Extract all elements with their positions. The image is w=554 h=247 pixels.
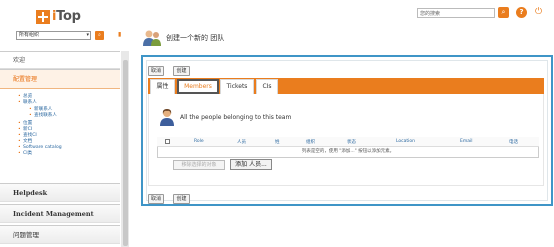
left-menu: 欢迎 配置管理 总览 联系人 新联系人 查找联系人 位置 新CI 查找CI 文档… <box>0 49 120 247</box>
select-all-checkbox[interactable] <box>165 139 170 144</box>
column-header-organization[interactable]: 组织 <box>306 139 315 145</box>
add-person-button[interactable]: 添加 人员... <box>230 159 272 170</box>
person-icon <box>160 109 174 126</box>
organization-select[interactable]: 所有组织 <box>16 31 91 40</box>
column-header-status[interactable]: 状态 <box>347 139 356 145</box>
tab-tickets[interactable]: Tickets <box>220 79 254 94</box>
config-submenu: 总览 联系人 <box>18 94 37 106</box>
remove-selected-button[interactable]: 移除选择的对象 <box>173 160 225 170</box>
column-header-last-name[interactable]: 姓 <box>275 139 280 145</box>
cancel-button-bottom[interactable]: 取消 <box>148 194 164 204</box>
menu-incident-management[interactable]: Incident Management <box>0 204 120 223</box>
cancel-button-top[interactable]: 取消 <box>148 66 164 76</box>
contacts-submenu: 新联系人 查找联系人 <box>29 107 57 119</box>
members-description: All the people belonging to this team <box>180 114 292 121</box>
top-bar: iTop 您的搜索 ⌕ ? ⏻ <box>0 0 554 26</box>
tab-members[interactable]: Members <box>177 79 219 94</box>
tab-cis[interactable]: CIs <box>256 79 278 94</box>
org-filter-go-icon[interactable]: ⌕ <box>95 31 104 40</box>
column-header-person[interactable]: 人员 <box>237 139 246 145</box>
menu-problem-management[interactable]: 问题管理 <box>0 225 120 244</box>
empty-list-message: 列表是空的，使用 "添加..." 按钮以添加元素。 <box>301 149 395 154</box>
menu-item-search-contacts[interactable]: 查找联系人 <box>29 113 57 119</box>
column-header-role[interactable]: Role <box>194 139 204 144</box>
create-button-top[interactable]: 创建 <box>173 66 190 76</box>
column-header-email[interactable]: Email <box>460 139 473 144</box>
menu-configuration-management[interactable]: 配置管理 <box>0 69 120 89</box>
column-header-location[interactable]: Location <box>396 139 415 144</box>
search-icon[interactable]: ⌕ <box>498 7 509 18</box>
menu-helpdesk[interactable]: Helpdesk <box>0 183 120 202</box>
help-icon[interactable]: ? <box>516 7 527 18</box>
itop-logo[interactable]: iTop <box>36 9 81 24</box>
left-menu-scroll-thumb[interactable] <box>123 60 128 246</box>
config-submenu-ci: 位置 新CI 查找CI 文档 Software catalog CI类 <box>18 121 62 157</box>
page-title: 创建一个新的 团队 <box>166 34 225 42</box>
logoff-icon[interactable]: ⏻ <box>535 7 542 18</box>
column-header-phone[interactable]: 电话 <box>509 139 518 145</box>
pin-menu-icon[interactable]: ▮ <box>118 31 121 38</box>
create-button-bottom[interactable]: 创建 <box>173 194 190 204</box>
team-icon <box>143 30 161 46</box>
menu-welcome[interactable]: 欢迎 <box>0 51 120 69</box>
menu-item-contacts[interactable]: 联系人 <box>18 100 37 106</box>
menu-item-ci-classes[interactable]: CI类 <box>18 151 62 157</box>
logo-icon <box>36 9 50 24</box>
global-search-input[interactable]: 您的搜索 <box>417 8 495 18</box>
tab-attributes[interactable]: 属性 <box>150 79 175 94</box>
